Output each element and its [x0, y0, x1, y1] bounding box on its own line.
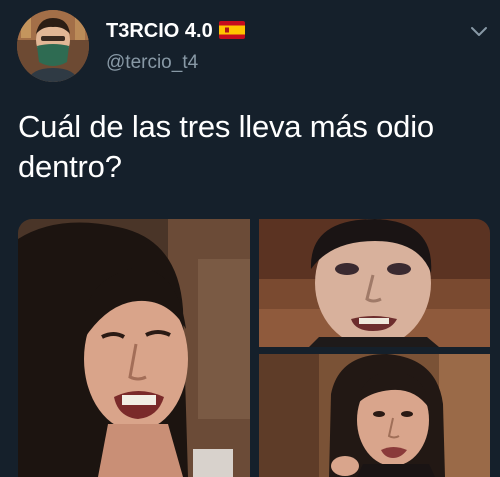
photo-woman-grimacing [18, 219, 250, 477]
media-photo-2[interactable] [259, 219, 490, 347]
user-handle[interactable]: @tercio_t4 [106, 52, 198, 74]
tweet-menu-button[interactable] [470, 24, 488, 38]
photo-woman-speaking [259, 354, 490, 477]
avatar-image [17, 10, 89, 82]
display-name-text: T3RCIO 4.0 [106, 20, 213, 42]
media-photo-1[interactable] [18, 219, 250, 477]
chevron-down-icon [471, 27, 487, 36]
media-photo-3[interactable] [259, 354, 490, 477]
tweet-text: Cuál de las tres lleva más odio dentro? [18, 109, 434, 184]
avatar[interactable] [17, 10, 89, 82]
tweet-card: T3RCIO 4.0 @tercio_t4 Cuál de las tres l… [0, 0, 500, 477]
photo-woman-frowning [259, 219, 490, 347]
spain-flag-icon [218, 21, 245, 39]
display-name[interactable]: T3RCIO 4.0 [106, 19, 245, 43]
